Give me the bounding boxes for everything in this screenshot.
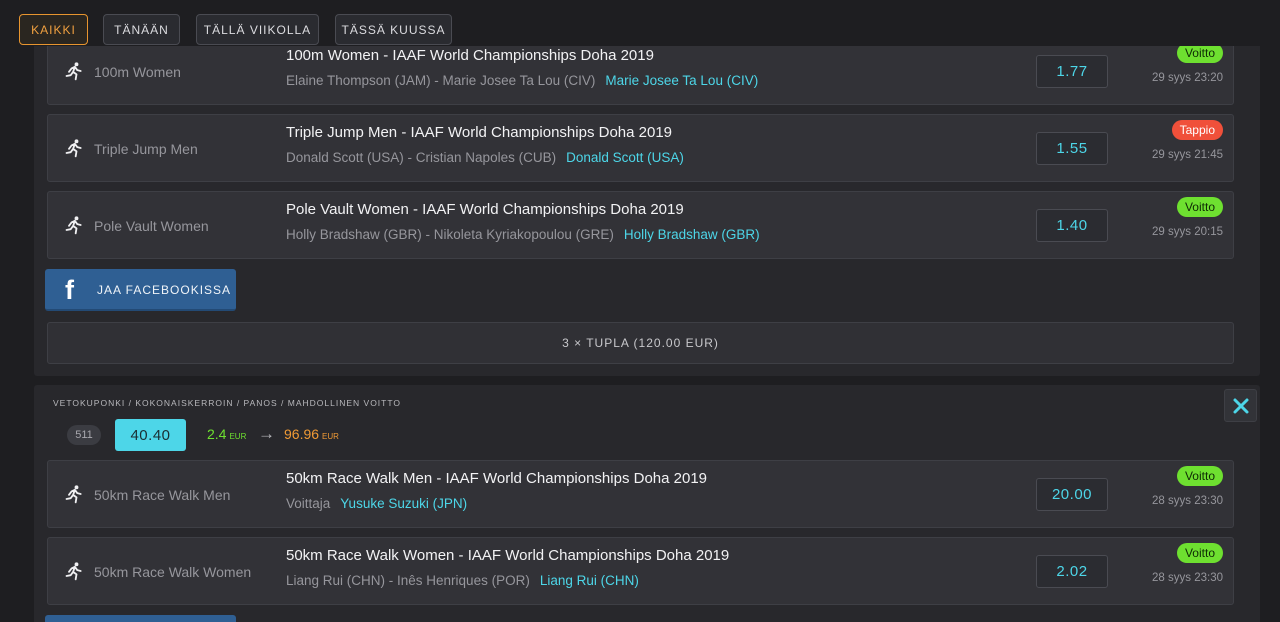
odds-box: 1.77 (1036, 55, 1108, 88)
filter-this-week-button[interactable]: TÄLLÄ VIIKOLLA (196, 14, 319, 45)
runner-icon (65, 62, 82, 81)
share-facebook-label: JAA FACEBOOKISSA (97, 283, 232, 297)
share-facebook-button[interactable]: f JAA FACEBOOKISSA (45, 269, 236, 311)
bet-row[interactable]: Pole Vault Women Pole Vault Women - IAAF… (47, 191, 1234, 259)
bet-date: 28 syys 23:30 (1152, 572, 1223, 584)
share-facebook-button[interactable] (45, 615, 236, 622)
payout-value: 96.96 (284, 426, 320, 442)
selected-pick: Holly Bradshaw (GBR) (623, 227, 760, 242)
runner-icon (65, 562, 82, 581)
result-badge: Voitto (1176, 43, 1223, 63)
selected-pick: Yusuke Suzuki (JPN) (340, 496, 468, 511)
filter-this-month-button[interactable]: TÄSSÄ KUUSSA (335, 14, 452, 45)
coupon-summary-button[interactable]: 3 × TUPLA (120.00 EUR) (47, 322, 1234, 364)
stake-value: 2.4 (207, 426, 227, 442)
sport-label: 50km Race Walk Men (94, 487, 231, 503)
sport-label: 50km Race Walk Women (94, 564, 252, 580)
stake-amount: 2.4 EUR (207, 426, 246, 442)
stake-currency: EUR (229, 432, 247, 441)
result-badge: Voitto (1176, 466, 1223, 486)
filter-today-button[interactable]: TÄNÄÄN (103, 14, 180, 45)
facebook-icon: f (65, 275, 75, 305)
runner-icon (65, 216, 82, 235)
bet-row[interactable]: 50km Race Walk Women 50km Race Walk Wome… (47, 537, 1234, 605)
runner-icon (65, 139, 82, 158)
bet-row[interactable]: 100m Women 100m Women - IAAF World Champ… (47, 37, 1234, 105)
potential-payout: 96.96 EUR (284, 426, 339, 442)
odds-box: 2.02 (1036, 555, 1108, 588)
arrow-right-icon: → (258, 424, 275, 443)
participants: Donald Scott (USA) - Cristian Napoles (C… (286, 150, 684, 165)
close-icon (1233, 398, 1248, 413)
coupon-meta-label: VETOKUPONKI / KOKONAISKERROIN / PANOS / … (53, 398, 402, 408)
close-coupon-button[interactable] (1224, 389, 1257, 422)
participants: Liang Rui (CHN) - Inês Henriques (POR) Li… (286, 573, 639, 588)
selected-pick: Donald Scott (USA) (566, 150, 684, 165)
event-title: 50km Race Walk Men - IAAF World Champion… (286, 470, 708, 487)
bet-date: 28 syys 23:30 (1152, 495, 1223, 507)
date-filter-bar: KAIKKI TÄNÄÄN TÄLLÄ VIIKOLLA TÄSSÄ KUUSS… (0, 0, 1280, 46)
total-odds: 40.40 (115, 419, 186, 451)
filter-all-button[interactable]: KAIKKI (19, 14, 88, 45)
coupon-id-badge: 511 (67, 425, 101, 445)
payout-currency: EUR (322, 432, 339, 441)
participants-text: Voittaja (286, 496, 331, 511)
participants: Holly Bradshaw (GBR) - Nikoleta Kyriakop… (286, 227, 760, 242)
event-title: 50km Race Walk Women - IAAF World Champi… (286, 547, 730, 564)
participants: Elaine Thompson (JAM) - Marie Josee Ta L… (286, 73, 758, 88)
bet-date: 29 syys 20:15 (1152, 226, 1223, 238)
participants-text: Elaine Thompson (JAM) - Marie Josee Ta L… (286, 73, 596, 88)
result-badge: Voitto (1176, 197, 1223, 217)
selected-pick: Liang Rui (CHN) (539, 573, 639, 588)
bet-date: 29 syys 21:45 (1152, 149, 1223, 161)
result-badge: Tappio (1171, 120, 1223, 140)
participants-text: Liang Rui (CHN) - Inês Henriques (POR) (286, 573, 530, 588)
event-title: 100m Women - IAAF World Championships Do… (286, 47, 654, 64)
odds-box: 1.40 (1036, 209, 1108, 242)
runner-icon (65, 485, 82, 504)
bet-date: 29 syys 23:20 (1152, 72, 1223, 84)
sport-label: Triple Jump Men (94, 141, 198, 157)
odds-box: 1.55 (1036, 132, 1108, 165)
participants: Voittaja Yusuke Suzuki (JPN) (286, 496, 467, 511)
bet-row[interactable]: 50km Race Walk Men 50km Race Walk Men - … (47, 460, 1234, 528)
event-title: Pole Vault Women - IAAF World Championsh… (286, 201, 684, 218)
sport-label: 100m Women (94, 64, 181, 80)
participants-text: Holly Bradshaw (GBR) - Nikoleta Kyriakop… (286, 227, 614, 242)
result-badge: Voitto (1176, 543, 1223, 563)
sport-label: Pole Vault Women (94, 218, 209, 234)
participants-text: Donald Scott (USA) - Cristian Napoles (C… (286, 150, 557, 165)
odds-box: 20.00 (1036, 478, 1108, 511)
selected-pick: Marie Josee Ta Lou (CIV) (605, 73, 759, 88)
bet-row[interactable]: Triple Jump Men Triple Jump Men - IAAF W… (47, 114, 1234, 182)
event-title: Triple Jump Men - IAAF World Championshi… (286, 124, 673, 141)
